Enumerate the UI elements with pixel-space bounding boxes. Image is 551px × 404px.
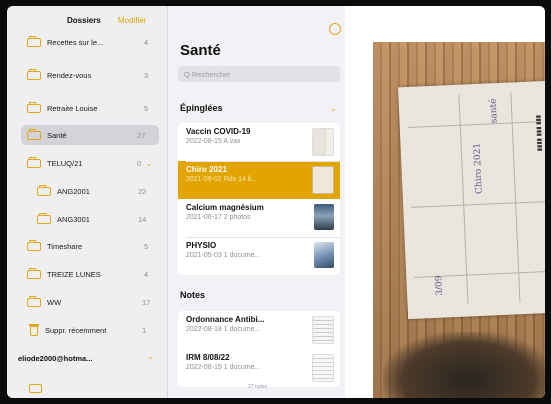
handwritten-text: santé xyxy=(488,98,500,124)
note-item[interactable]: Ordonnance Antibi... 2022-08-18 1 docume… xyxy=(178,311,340,349)
folder-count: 4 xyxy=(144,269,149,279)
folder-icon xyxy=(27,35,41,47)
form-line xyxy=(411,201,545,208)
subfolder-item[interactable]: ANG2001 22 xyxy=(37,181,161,201)
form-line xyxy=(407,121,542,128)
folder-icon xyxy=(37,184,51,196)
folder-item[interactable]: WW 17 xyxy=(27,292,157,312)
folder-label: Suppr. récemment xyxy=(45,325,107,335)
form-line xyxy=(510,92,521,303)
folder-count: 4 xyxy=(144,37,149,47)
folder-icon xyxy=(27,101,41,113)
folder-count: 5 xyxy=(144,103,149,113)
folder-count: 3 xyxy=(144,70,149,80)
account-name[interactable]: eliode2000@hotma... xyxy=(18,354,92,363)
more-options-icon[interactable] xyxy=(329,23,341,35)
folder-count: 1 xyxy=(142,325,147,335)
folder-count: 22 xyxy=(138,186,147,196)
folders-sidebar: Dossiers Modifier Recettes sur le... 4 R… xyxy=(7,6,168,398)
folder-label: Rendez-vous xyxy=(47,70,92,80)
mug-shadow xyxy=(383,332,545,398)
folder-label: Santé xyxy=(47,130,67,140)
folder-icon xyxy=(27,68,41,80)
folder-count: 0 xyxy=(137,158,142,168)
folder-item[interactable]: Retraite Louise 5 xyxy=(27,98,157,118)
edit-button[interactable]: Modifier xyxy=(118,16,146,25)
chevron-down-icon[interactable]: ⌄ xyxy=(146,159,152,168)
folder-icon xyxy=(27,267,41,279)
folder-label: WW xyxy=(47,297,62,307)
document-thumbnail-icon xyxy=(312,166,334,194)
note-item[interactable]: Calcium magnésium 2021-06-17 2 photos xyxy=(178,199,340,237)
receipt-paper: santé Chiro 2021 3/09 ▮▮▮ ▮▮▮ ▮▮▮▮ xyxy=(398,80,545,320)
trash-icon xyxy=(29,324,39,336)
photo-thumbnail-icon xyxy=(314,242,334,268)
folder-count: 27 xyxy=(137,130,146,140)
recently-deleted-item[interactable]: Suppr. récemment 1 xyxy=(29,320,159,340)
notes-count: 27 notes xyxy=(248,384,268,390)
document-thumbnail-icon xyxy=(312,354,334,382)
folder-item[interactable]: Recettes sur le... 4 xyxy=(27,32,157,52)
folder-icon xyxy=(27,295,41,307)
folder-icon xyxy=(27,156,41,168)
folder-count: 14 xyxy=(138,214,147,224)
folder-label: TREIZE LUNES xyxy=(47,269,101,279)
search-input[interactable]: Q Rechercher xyxy=(178,66,340,82)
folder-label: ANG2001 xyxy=(57,186,90,196)
app-window: Dossiers Modifier Recettes sur le... 4 R… xyxy=(7,6,545,398)
folder-label: Timeshare xyxy=(47,241,83,251)
folder-count: 5 xyxy=(144,241,149,251)
folder-item[interactable]: Timeshare 5 xyxy=(27,236,157,256)
folder-item-selected[interactable]: Santé 27 xyxy=(21,125,159,145)
notes-section-header: Notes xyxy=(180,290,206,300)
sidebar-header: Dossiers Modifier xyxy=(7,6,167,30)
note-item-selected[interactable]: Chiro 2021 2021-09-02 Rdv 14 li... xyxy=(178,161,340,199)
printed-phone-number: ▮▮▮ ▮▮▮ ▮▮▮▮ xyxy=(534,114,542,152)
note-item[interactable]: Vaccin COVID-19 2022-08-15 A vax xyxy=(178,123,340,161)
folder-count: 17 xyxy=(142,297,151,307)
folder-label: ANG3001 xyxy=(57,214,90,224)
pinned-section-header: Épinglées xyxy=(180,103,223,113)
form-line xyxy=(458,94,469,305)
photo-thumbnail-icon xyxy=(314,204,334,230)
document-thumbnail-icon xyxy=(312,128,334,156)
folder-item[interactable]: TREIZE LUNES 4 xyxy=(27,264,157,284)
folder-icon xyxy=(37,212,51,224)
folder-label: Recettes sur le... xyxy=(47,37,104,47)
divider xyxy=(186,237,340,238)
new-folder-icon[interactable] xyxy=(29,384,42,393)
note-item[interactable]: PHYSIO 2021-05-03 1 docume... xyxy=(178,237,340,275)
folder-label: TELUQ/21 xyxy=(47,158,83,168)
sidebar-title: Dossiers xyxy=(67,16,101,25)
note-item[interactable]: IRM 8/08/22 2022-08-15 1 docume... xyxy=(178,349,340,387)
folder-item[interactable]: Rendez-vous 3 xyxy=(27,65,157,85)
handwritten-text: 3/09 xyxy=(434,275,446,296)
note-detail: santé Chiro 2021 3/09 ▮▮▮ ▮▮▮ ▮▮▮▮ xyxy=(345,6,545,398)
subfolder-item[interactable]: ANG3001 14 xyxy=(37,209,161,229)
chevron-down-icon[interactable]: ⌄ xyxy=(147,352,154,361)
notes-list: Santé Q Rechercher Épinglées ⌄ Vaccin CO… xyxy=(168,6,345,398)
folder-item[interactable]: TELUQ/21 0 ⌄ xyxy=(27,153,167,173)
handwritten-text: Chiro 2021 xyxy=(472,142,485,195)
folder-label: Retraite Louise xyxy=(47,103,98,113)
page-title: Santé xyxy=(180,42,221,59)
chevron-down-icon[interactable]: ⌄ xyxy=(330,104,337,113)
divider xyxy=(186,161,340,162)
folder-icon xyxy=(27,239,41,251)
folder-icon xyxy=(27,128,41,140)
scanned-receipt-photo[interactable]: santé Chiro 2021 3/09 ▮▮▮ ▮▮▮ ▮▮▮▮ xyxy=(373,42,545,398)
document-thumbnail-icon xyxy=(312,316,334,344)
